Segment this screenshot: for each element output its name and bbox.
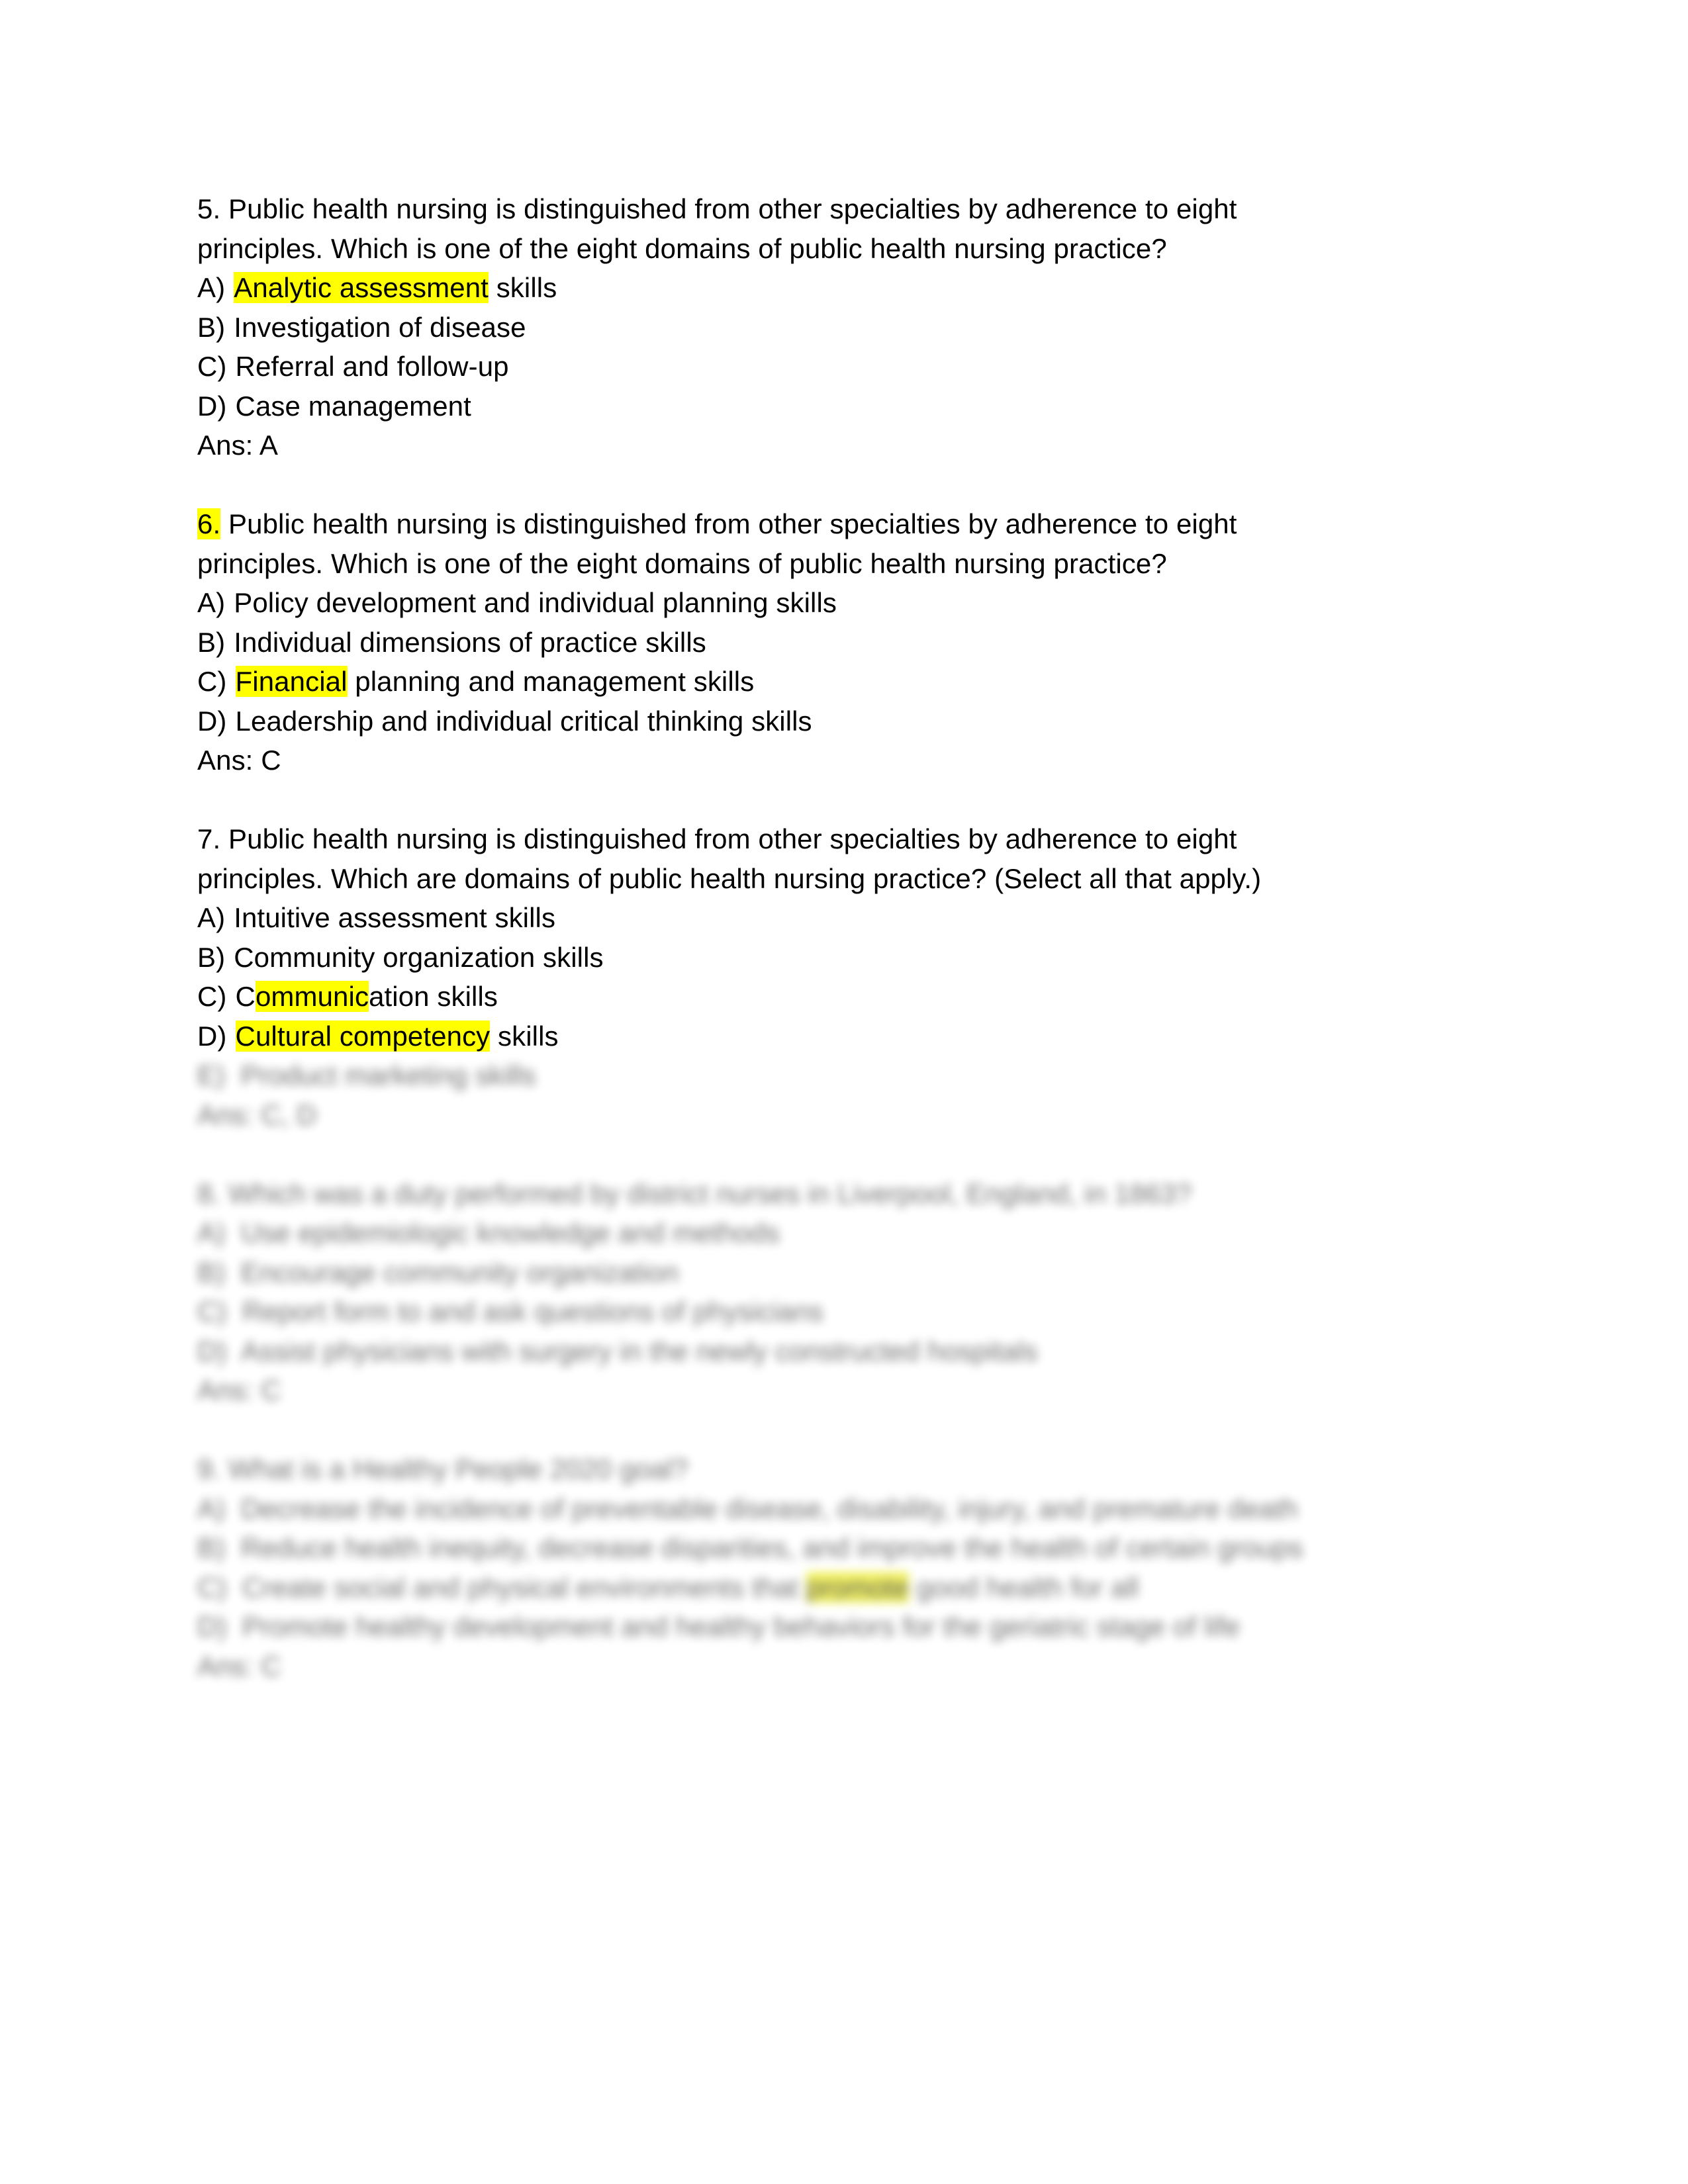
- blurred-line: 8. Which was a duty performed by distric…: [197, 1177, 1192, 1209]
- option-letter: B): [197, 311, 226, 343]
- option-text: Community organization skills: [234, 941, 604, 973]
- question-7-stem-line-1: 7. Public health nursing is distinguishe…: [197, 823, 1237, 854]
- question-7-option-b: B) Community organization skills: [197, 938, 1362, 978]
- question-6-number-highlight: 6.: [197, 508, 221, 539]
- blurred-line: D) Assist physicians with surgery in the…: [197, 1335, 1038, 1367]
- document-page: 5. Public health nursing is distinguishe…: [0, 0, 1688, 2184]
- option-letter: A): [197, 902, 226, 933]
- blurred-line: Ans: C: [197, 1650, 281, 1682]
- question-block-7: 7. Public health nursing is distinguishe…: [197, 819, 1362, 1056]
- blurred-line: E) Product marketing skills: [197, 1060, 536, 1091]
- question-5-option-c: C) Referral and follow-up: [197, 347, 1362, 387]
- blurred-region: E) Product marketing skills Ans: C, D 8.…: [197, 1056, 1362, 1686]
- question-6-answer: Ans: C: [197, 745, 281, 776]
- option-letter: A): [197, 587, 226, 618]
- blurred-line: Ans: C: [197, 1375, 281, 1406]
- question-5-option-d: D) Case management: [197, 387, 1362, 426]
- option-letter: B): [197, 941, 226, 973]
- question-5-answer: Ans: A: [197, 430, 279, 461]
- option-letter: C): [197, 666, 227, 697]
- option-highlight: Financial: [235, 666, 348, 697]
- blurred-line: B) Reduce health inequity, decrease disp…: [197, 1532, 1303, 1563]
- blurred-line: 9. What is a Healthy People 2020 goal?: [197, 1453, 688, 1484]
- blurred-line-with-highlight: C) Create social and physical environmen…: [197, 1568, 1362, 1608]
- question-6-stem-line-2: principles. Which is one of the eight do…: [197, 547, 1167, 579]
- option-text: Referral and follow-up: [235, 351, 509, 382]
- question-6-stem-line-1: 6. Public health nursing is distinguishe…: [197, 504, 1362, 544]
- blurred-line-pre: C) Create social and physical environmen…: [197, 1571, 806, 1603]
- question-7-option-a: A) Intuitive assessment skills: [197, 898, 1362, 938]
- question-5-option-a: A) Analytic assessment skills: [197, 268, 1362, 308]
- option-text: skills: [488, 272, 557, 303]
- question-6-option-a: A) Policy development and individual plan…: [197, 583, 1362, 623]
- question-7-stem-line-2: principles. Which are domains of public …: [197, 862, 1262, 894]
- blurred-block-question-7-tail: E) Product marketing skills Ans: C, D: [197, 1056, 1362, 1134]
- blurred-line: C) Report form to and ask questions of p…: [197, 1296, 823, 1327]
- question-block-6: 6. Public health nursing is distinguishe…: [197, 504, 1362, 780]
- question-7-option-c: C) Communication skills: [197, 977, 1362, 1017]
- option-letter: B): [197, 626, 226, 658]
- question-6-option-c: C) Financial planning and management skil…: [197, 662, 1362, 702]
- option-text: Investigation of disease: [234, 311, 526, 343]
- option-letter: C): [197, 351, 227, 382]
- option-highlight: Cultural competency: [235, 1020, 491, 1052]
- option-letter: C): [197, 981, 227, 1012]
- question-6-stem-rest: Public health nursing is distinguished f…: [220, 508, 1237, 539]
- blurred-line: B) Encourage community organization: [197, 1256, 679, 1288]
- option-letter: A): [197, 272, 226, 303]
- option-text: ation skills: [369, 981, 498, 1012]
- blurred-line: A) Decrease the incidence of preventable…: [197, 1492, 1298, 1524]
- question-6-option-d: D) Leadership and individual critical thi…: [197, 702, 1362, 741]
- option-letter: D): [197, 1020, 227, 1052]
- blurred-line: Ans: C, D: [197, 1099, 317, 1130]
- option-highlight: Analytic assessment: [234, 272, 489, 303]
- blurred-block-question-8: 8. Which was a duty performed by distric…: [197, 1174, 1362, 1410]
- option-text: Intuitive assessment skills: [234, 902, 556, 933]
- question-7-option-d: D) Cultural competency skills: [197, 1017, 1362, 1056]
- blurred-highlight: promote: [806, 1571, 909, 1603]
- option-highlight: ommunic: [255, 981, 369, 1012]
- blurred-block-question-9: 9. What is a Healthy People 2020 goal? A…: [197, 1449, 1362, 1686]
- blurred-line: D) Promote healthy development and healt…: [197, 1611, 1241, 1642]
- question-5-option-b: B) Investigation of disease: [197, 308, 1362, 347]
- option-text-pre: C: [235, 981, 256, 1012]
- option-letter: D): [197, 390, 227, 422]
- option-text: skills: [490, 1020, 559, 1052]
- question-5-stem-line-1: 5. Public health nursing is distinguishe…: [197, 193, 1237, 224]
- blurred-line: A) Use epidemiologic knowledge and metho…: [197, 1217, 780, 1248]
- option-text: Leadership and individual critical think…: [235, 705, 812, 737]
- option-text: Policy development and individual planni…: [234, 587, 837, 618]
- option-text: Case management: [235, 390, 471, 422]
- blurred-line-post: good health for all: [908, 1571, 1139, 1603]
- question-5-stem-line-2: principles. Which is one of the eight do…: [197, 232, 1167, 264]
- question-block-5: 5. Public health nursing is distinguishe…: [197, 189, 1362, 465]
- question-6-option-b: B) Individual dimensions of practice skil…: [197, 623, 1362, 662]
- document-body: 5. Public health nursing is distinguishe…: [197, 189, 1362, 1686]
- option-text: planning and management skills: [347, 666, 755, 697]
- option-letter: D): [197, 705, 227, 737]
- option-text: Individual dimensions of practice skills: [234, 626, 706, 658]
